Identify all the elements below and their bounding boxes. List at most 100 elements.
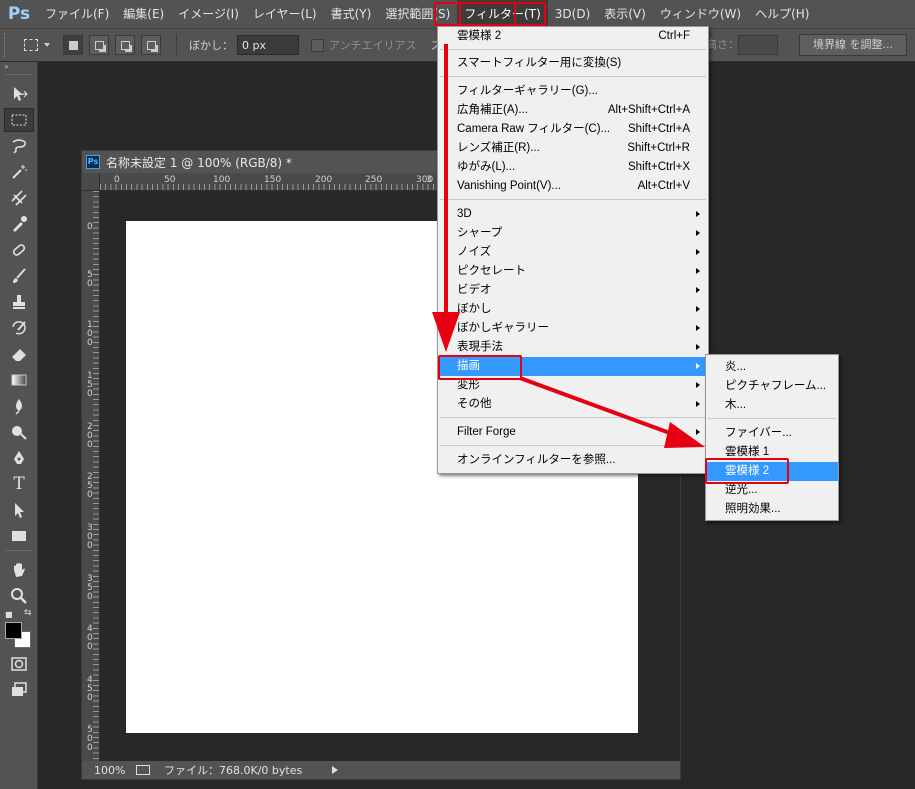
menu-file[interactable]: ファイル(F) [38, 0, 116, 28]
refine-edge-button[interactable]: 境界線 を調整... [799, 34, 907, 56]
menu-item-blur-gallery[interactable]: ぼかしギャラリー [438, 319, 708, 338]
submenu-item-fibers[interactable]: ファイバー... [706, 424, 838, 443]
tools-panel-grip[interactable] [6, 74, 31, 80]
menu-separator [440, 445, 706, 446]
menu-item-video[interactable]: ビデオ [438, 281, 708, 300]
brush-tool-icon[interactable] [4, 264, 34, 288]
height-label: 高さ： [706, 38, 739, 51]
menu-item-last-filter[interactable]: 雲模様 2 Ctrl+F [438, 27, 708, 46]
ruler-label: 0 [87, 222, 93, 232]
collapse-panel-icon[interactable]: » [0, 62, 37, 72]
default-colors-icon[interactable]: ■ [5, 610, 13, 619]
menu-help[interactable]: ヘルプ(H) [748, 0, 816, 28]
menu-item-3d[interactable]: 3D [438, 205, 708, 224]
vertical-ruler[interactable]: 0 5 0 1 0 0 1 5 0 2 0 0 2 5 0 3 0 0 3 5 … [82, 191, 100, 761]
submenu-item-lighting-effects[interactable]: 照明効果... [706, 500, 838, 519]
gradient-tool-icon[interactable] [4, 368, 34, 392]
menu-item-other[interactable]: その他 [438, 395, 708, 414]
share-icon[interactable] [136, 765, 150, 775]
ruler-label: 0 [114, 175, 120, 185]
hand-tool-icon[interactable] [4, 558, 34, 582]
move-tool-icon[interactable] [4, 82, 34, 106]
type-tool-icon[interactable]: T [4, 472, 34, 496]
zoom-level[interactable]: 100% [94, 764, 130, 777]
menu-3d[interactable]: 3D(D) [548, 0, 597, 28]
ps-file-icon: Ps [86, 155, 100, 169]
menu-separator [440, 49, 706, 50]
rectangular-marquee-preset-icon[interactable] [24, 39, 38, 51]
menu-window[interactable]: ウィンドウ(W) [653, 0, 748, 28]
rectangle-tool-icon[interactable] [4, 524, 34, 548]
annotation-box-filter-menu [434, 2, 516, 26]
submenu-arrow-icon [696, 287, 700, 293]
menu-separator [440, 199, 706, 200]
photoshop-logo: Ps [7, 4, 31, 24]
menu-item-blur[interactable]: ぼかし [438, 300, 708, 319]
ruler-label: 5 0 0 [87, 725, 93, 753]
healing-brush-tool-icon[interactable] [4, 238, 34, 262]
menu-layer[interactable]: レイヤー(L) [246, 0, 324, 28]
height-input[interactable] [738, 35, 778, 55]
submenu-item-picture-frame[interactable]: ピクチャフレーム... [706, 377, 838, 396]
blur-tool-icon[interactable] [4, 394, 34, 418]
preset-dropdown-caret-icon[interactable] [44, 43, 50, 47]
submenu-arrow-icon [696, 401, 700, 407]
menu-item-liquify[interactable]: ゆがみ(L)... Shift+Ctrl+X [438, 158, 708, 177]
menu-item-filter-forge[interactable]: Filter Forge [438, 423, 708, 442]
menu-item-camera-raw[interactable]: Camera Raw フィルター(C)... Shift+Ctrl+A [438, 120, 708, 139]
submenu-item-flame[interactable]: 炎... [706, 358, 838, 377]
color-swatches: ■ ⇆ [0, 608, 38, 650]
menu-separator [708, 418, 836, 419]
submenu-item-tree[interactable]: 木... [706, 396, 838, 415]
menu-item-noise[interactable]: ノイズ [438, 243, 708, 262]
ruler-label: 100 [213, 175, 231, 185]
rectangular-marquee-tool-icon[interactable] [4, 108, 34, 132]
submenu-arrow-icon [696, 382, 700, 388]
menu-item-lens-correction[interactable]: レンズ補正(R)... Shift+Ctrl+R [438, 139, 708, 158]
pen-tool-icon[interactable] [4, 446, 34, 470]
menu-image[interactable]: イメージ(I) [171, 0, 246, 28]
menu-edit[interactable]: 編集(E) [116, 0, 171, 28]
eraser-tool-icon[interactable] [4, 342, 34, 366]
menu-item-browse-filters-online[interactable]: オンラインフィルターを参照... [438, 451, 708, 470]
dodge-tool-icon[interactable] [4, 420, 34, 444]
path-selection-tool-icon[interactable] [4, 498, 34, 522]
clone-stamp-tool-icon[interactable] [4, 290, 34, 314]
swap-colors-icon[interactable]: ⇆ [24, 608, 32, 618]
quick-mask-icon[interactable] [4, 652, 34, 676]
submenu-arrow-icon [696, 230, 700, 236]
menu-item-vanishing-point[interactable]: Vanishing Point(V)... Alt+Ctrl+V [438, 177, 708, 196]
zoom-tool-icon[interactable] [4, 584, 34, 608]
submenu-arrow-icon [696, 363, 700, 369]
ruler-label: 1 0 0 [87, 320, 93, 348]
options-bar-grip[interactable] [4, 33, 14, 57]
eyedropper-tool-icon[interactable] [4, 212, 34, 236]
antialias-checkbox[interactable] [311, 38, 324, 52]
screen-mode-icon[interactable] [4, 678, 34, 702]
menu-separator [440, 76, 706, 77]
intersect-selection-button[interactable] [141, 35, 161, 55]
history-brush-tool-icon[interactable] [4, 316, 34, 340]
menu-item-adaptive-wide-angle[interactable]: 広角補正(A)... Alt+Shift+Ctrl+A [438, 101, 708, 120]
new-selection-button[interactable] [63, 35, 83, 55]
magic-wand-tool-icon[interactable] [4, 160, 34, 184]
foreground-color-swatch[interactable] [5, 622, 22, 639]
submenu-arrow-icon [696, 344, 700, 350]
menu-item-filter-gallery[interactable]: フィルターギャラリー(G)... [438, 82, 708, 101]
menu-item-sharpen[interactable]: シャープ [438, 224, 708, 243]
menu-item-convert-smart-filters[interactable]: スマートフィルター用に変換(S) [438, 54, 708, 73]
ruler-label: 50 [164, 175, 176, 185]
menu-type[interactable]: 書式(Y) [324, 0, 379, 28]
crop-tool-icon[interactable] [4, 186, 34, 210]
ruler-origin[interactable] [82, 173, 100, 191]
menu-item-pixelate[interactable]: ピクセレート [438, 262, 708, 281]
status-menu-arrow-icon[interactable] [332, 766, 338, 774]
menu-view[interactable]: 表示(V) [597, 0, 653, 28]
feather-input[interactable] [237, 35, 299, 55]
subtract-from-selection-button[interactable] [115, 35, 135, 55]
status-bar: 100% ファイル：768.0K/0 bytes [82, 761, 680, 779]
lasso-tool-icon[interactable] [4, 134, 34, 158]
add-to-selection-button[interactable] [89, 35, 109, 55]
feather-label: ぼかし： [189, 39, 233, 52]
tools-panel: » T ■ ⇆ [0, 62, 38, 789]
